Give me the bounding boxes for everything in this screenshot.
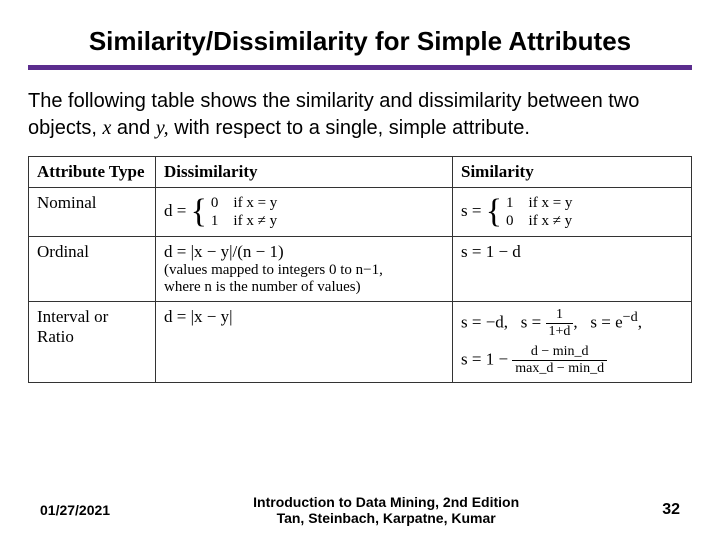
- footer-date: 01/27/2021: [40, 502, 110, 518]
- footer-authors: Tan, Steinbach, Karpatne, Kumar: [110, 510, 662, 526]
- row-interval: Interval or Ratio d = |x − y| s = −d, s …: [29, 302, 692, 383]
- nominal-sim: s = {1 if x = y0 if x ≠ y: [453, 188, 692, 237]
- col-similarity: Similarity: [453, 157, 692, 188]
- var-y: y,: [156, 117, 169, 139]
- d-eq: d =: [164, 201, 191, 220]
- ordinal-sim: s = 1 − d: [453, 237, 692, 302]
- slide-title: Similarity/Dissimilarity for Simple Attr…: [28, 26, 692, 57]
- label-ordinal: Ordinal: [29, 237, 156, 302]
- s-case2: 0 if x ≠ y: [506, 212, 572, 230]
- table-header-row: Attribute Type Dissimilarity Similarity: [29, 157, 692, 188]
- brace-icon: {: [191, 193, 207, 231]
- nominal-dissim: d = {0 if x = y1 if x ≠ y: [156, 188, 453, 237]
- slide-footer: 01/27/2021 Introduction to Data Mining, …: [0, 494, 720, 526]
- intro-post: with respect to a single, simple attribu…: [169, 117, 530, 139]
- intro-paragraph: The following table shows the similarity…: [28, 88, 692, 142]
- frac2-den: max_d − min_d: [512, 361, 607, 377]
- col-attr-type: Attribute Type: [29, 157, 156, 188]
- s-part1: s = −d, s =: [461, 312, 546, 331]
- row-nominal: Nominal d = {0 if x = y1 if x ≠ y s = {1…: [29, 188, 692, 237]
- footer-book-title: Introduction to Data Mining, 2nd Edition: [110, 494, 662, 510]
- row-ordinal: Ordinal d = |x − y|/(n − 1) (values mapp…: [29, 237, 692, 302]
- s-part1b: , s = e: [573, 312, 622, 331]
- s-case1: 1 if x = y: [506, 194, 572, 212]
- similarity-table: Attribute Type Dissimilarity Similarity …: [28, 156, 692, 383]
- frac-num: 1: [546, 307, 574, 324]
- interval-dissim: d = |x − y|: [156, 302, 453, 383]
- d-case2: 1 if x ≠ y: [211, 212, 277, 230]
- intro-mid: and: [111, 117, 155, 139]
- ordinal-dissim: d = |x − y|/(n − 1) (values mapped to in…: [156, 237, 453, 302]
- ordinal-note1: (values mapped to integers 0 to n−1,: [164, 262, 444, 279]
- label-nominal: Nominal: [29, 188, 156, 237]
- ordinal-note2: where n is the number of values): [164, 279, 444, 296]
- title-underline: [28, 65, 692, 70]
- col-dissimilarity: Dissimilarity: [156, 157, 453, 188]
- footer-page-number: 32: [662, 501, 680, 519]
- d-case1: 0 if x = y: [211, 194, 277, 212]
- ordinal-d-main: d = |x − y|/(n − 1): [164, 242, 444, 262]
- interval-sim: s = −d, s = 11+d, s = e−d, s = 1 − d − m…: [453, 302, 692, 383]
- exp: −d: [623, 309, 638, 325]
- frac-den: 1+d: [546, 324, 574, 340]
- s-part2a: s = 1 −: [461, 349, 512, 368]
- s-eq: s =: [461, 201, 486, 220]
- frac2-num: d − min_d: [512, 344, 607, 361]
- label-interval: Interval or Ratio: [29, 302, 156, 383]
- s-part1c: ,: [638, 312, 642, 331]
- brace-icon: {: [486, 193, 502, 231]
